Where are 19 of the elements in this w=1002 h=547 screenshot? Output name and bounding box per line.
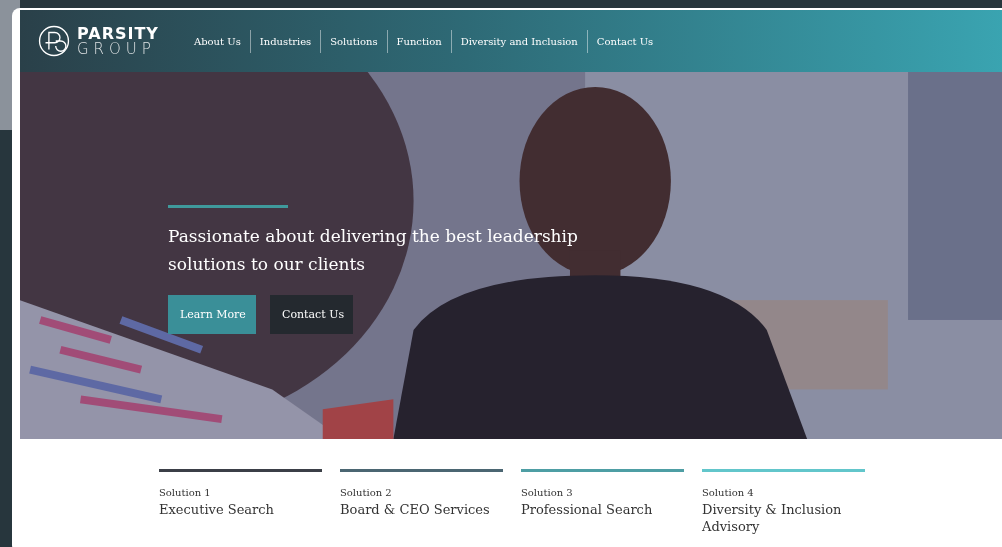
nav-link[interactable]: About Us	[184, 29, 250, 53]
solution-link[interactable]: Diversity & Inclusion Advisory	[702, 501, 865, 535]
nav-link[interactable]: Solutions	[320, 29, 387, 53]
logo-icon	[37, 24, 71, 58]
solution-link[interactable]: Board & CEO Services	[340, 501, 503, 518]
solution-label: Solution 3	[521, 487, 574, 498]
logo-subtitle: GROUP	[77, 41, 157, 57]
nav-link[interactable]: Contact Us	[586, 29, 663, 53]
nav-link[interactable]: Industries	[249, 29, 321, 53]
solution-label: Solution 1	[159, 487, 212, 498]
solution-link[interactable]: Executive Search	[159, 501, 322, 518]
solution-link[interactable]: Professional Search	[521, 501, 684, 518]
logo-text: PARSITY	[77, 25, 159, 42]
cta-button[interactable]: Contact Us	[270, 295, 353, 334]
cta-button[interactable]: Learn More	[168, 295, 256, 334]
nav-link[interactable]: Diversity and Inclusion	[450, 29, 587, 53]
solution-label: Solution 4	[702, 487, 755, 498]
solution-label: Solution 2	[340, 487, 393, 498]
nav-link[interactable]: Function	[386, 29, 451, 53]
